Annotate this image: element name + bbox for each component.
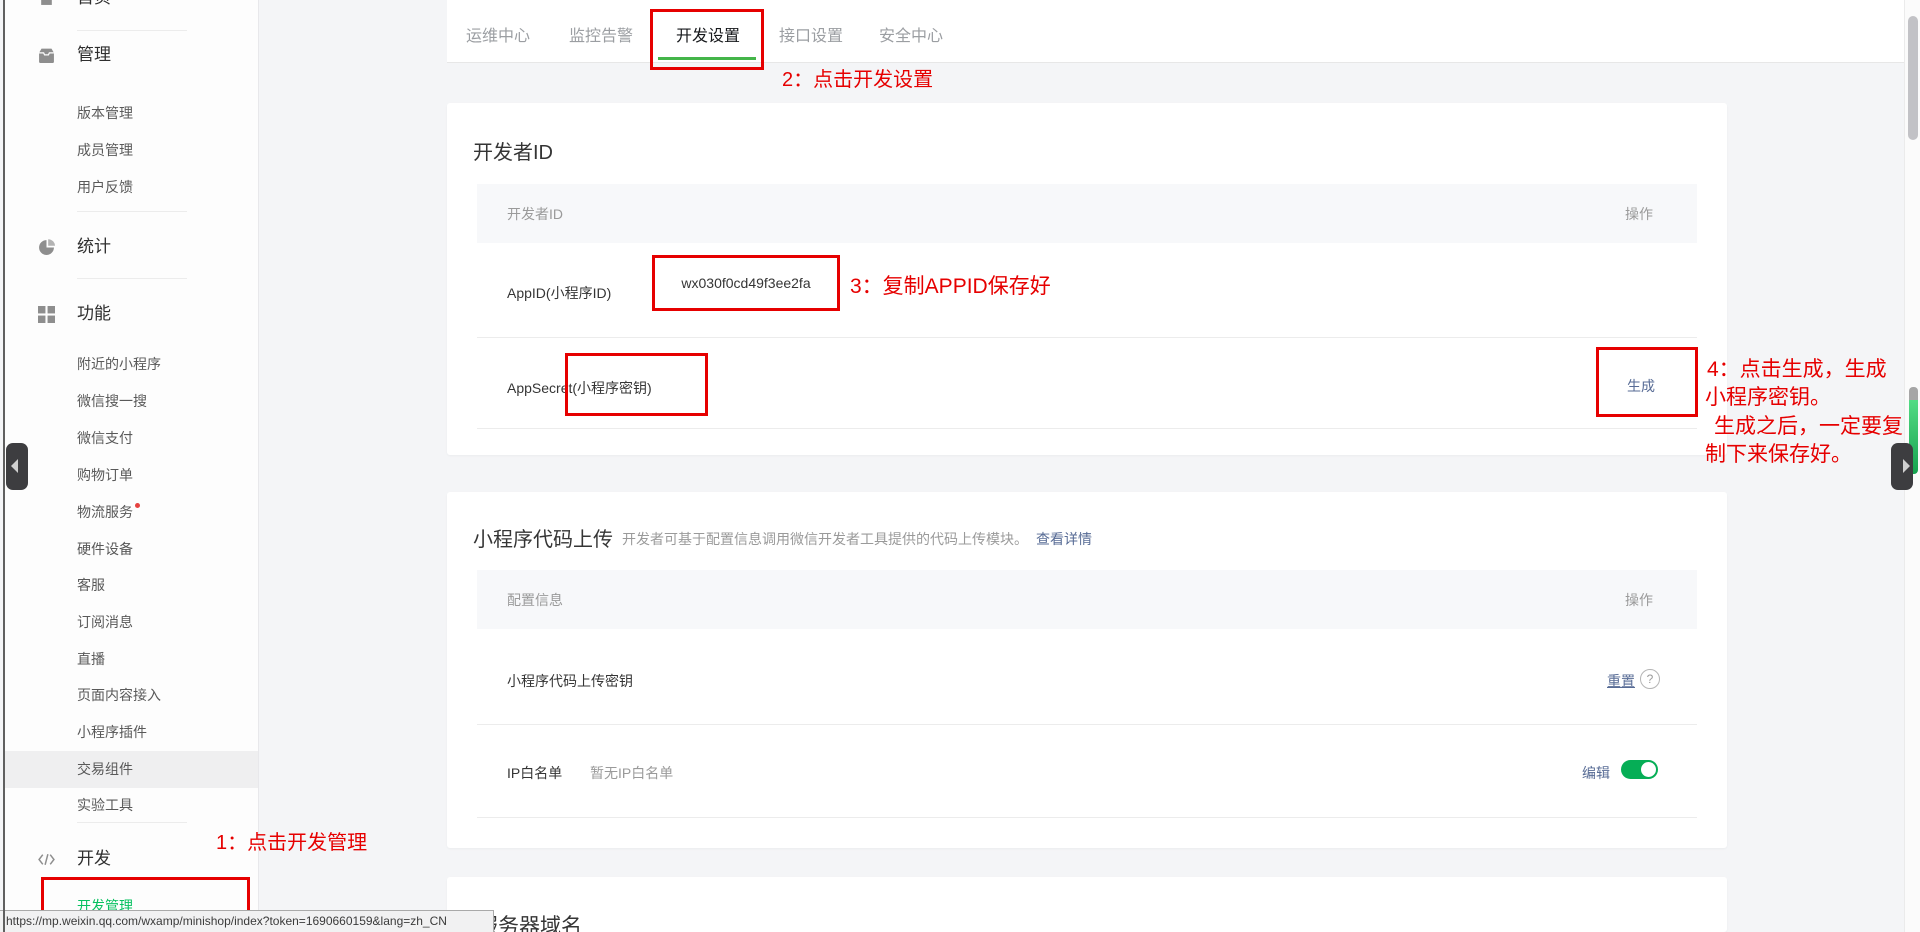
annotation-step4-line2: 小程序密钥。 xyxy=(1705,381,1831,411)
sidebar-item-user-feedback[interactable]: 用户反馈 xyxy=(77,177,133,197)
tab-ops-center[interactable]: 运维中心 xyxy=(466,22,530,46)
sidebar: 首页 管理 版本管理 成员管理 用户反馈 统计 功能 附近的小程序 微信搜一搜 … xyxy=(5,0,259,932)
settings-tabbar: 运维中心 监控告警 开发设置 接口设置 安全中心 xyxy=(447,0,1904,63)
ip-whitelist-label: IP白名单 xyxy=(507,763,562,783)
code-upload-card: 小程序代码上传 开发者可基于配置信息调用微信开发者工具提供的代码上传模块。 查看… xyxy=(447,492,1727,848)
ip-whitelist-value: 暂无IP白名单 xyxy=(590,763,673,783)
tray-icon xyxy=(38,47,55,64)
home-icon xyxy=(38,0,55,6)
scrollbar-thumb[interactable] xyxy=(1908,16,1918,140)
header-col-actions: 操作 xyxy=(1625,204,1653,224)
sidebar-item-trade-component[interactable]: 交易组件 xyxy=(77,759,133,779)
server-domain-card: 服务器域名 xyxy=(447,877,1727,932)
row-divider xyxy=(477,337,1697,338)
ip-whitelist-toggle[interactable] xyxy=(1621,760,1658,779)
annotation-step4-line1: 4：点击生成，生成 xyxy=(1707,353,1887,383)
sidebar-collapse-button[interactable] xyxy=(6,443,28,490)
sidebar-item-label: 物流服务 xyxy=(77,504,133,520)
header-col-config-info: 配置信息 xyxy=(507,590,563,610)
reset-button[interactable]: 重置 xyxy=(1607,671,1635,691)
help-icon[interactable]: ? xyxy=(1640,669,1660,689)
upload-key-label: 小程序代码上传密钥 xyxy=(507,671,633,691)
sidebar-group-manage[interactable]: 管理 xyxy=(77,44,111,66)
sidebar-item-member-manage[interactable]: 成员管理 xyxy=(77,140,133,160)
developer-id-title: 开发者ID xyxy=(473,136,553,165)
code-upload-title: 小程序代码上传 xyxy=(473,523,613,552)
status-bar-link-preview: https://mp.weixin.qq.com/wxamp/minishop/… xyxy=(0,910,494,932)
code-upload-description-row: 开发者可基于配置信息调用微信开发者工具提供的代码上传模块。 查看详情 xyxy=(622,529,1092,549)
code-icon xyxy=(38,851,55,868)
window-edge xyxy=(3,0,5,932)
notification-dot xyxy=(135,503,140,508)
sidebar-item-home[interactable]: 首页 xyxy=(77,0,111,9)
header-col-developer-id: 开发者ID xyxy=(507,204,563,224)
active-tab-underline xyxy=(658,57,756,60)
sidebar-divider xyxy=(77,211,187,212)
annotation-step2: 2：点击开发设置 xyxy=(782,63,933,92)
tab-monitor-alert[interactable]: 监控告警 xyxy=(569,22,633,46)
sidebar-item-live[interactable]: 直播 xyxy=(77,649,105,669)
chevron-left-icon xyxy=(11,459,18,473)
sidebar-item-logistics-service[interactable]: 物流服务 xyxy=(77,502,140,522)
annotation-step4-line3: 生成之后，一定要复 xyxy=(1714,410,1903,440)
sidebar-item-nearby-miniprogram[interactable]: 附近的小程序 xyxy=(77,354,161,374)
appsecret-label: AppSecret(小程序密钥) xyxy=(507,378,652,398)
code-upload-table-header: 配置信息 操作 xyxy=(477,570,1697,629)
sidebar-divider xyxy=(77,278,187,279)
sidebar-item-page-content-access[interactable]: 页面内容接入 xyxy=(77,685,161,705)
row-divider xyxy=(477,817,1697,818)
panel-expand-button[interactable] xyxy=(1891,443,1913,490)
code-upload-description: 开发者可基于配置信息调用微信开发者工具提供的代码上传模块。 xyxy=(622,529,1028,549)
sidebar-divider xyxy=(77,822,187,823)
sidebar-item-wechat-pay[interactable]: 微信支付 xyxy=(77,428,133,448)
chevron-right-icon xyxy=(1903,459,1910,473)
sidebar-item-subscribe-message[interactable]: 订阅消息 xyxy=(77,612,133,632)
wechat-miniprogram-admin-page: 首页 管理 版本管理 成员管理 用户反馈 统计 功能 附近的小程序 微信搜一搜 … xyxy=(0,0,1920,932)
sidebar-item-experiment-tools[interactable]: 实验工具 xyxy=(77,795,133,815)
sidebar-item-customer-service[interactable]: 客服 xyxy=(77,575,105,595)
grid-icon xyxy=(38,306,55,323)
sidebar-group-features[interactable]: 功能 xyxy=(77,303,111,325)
tab-dev-settings[interactable]: 开发设置 xyxy=(676,22,740,46)
annotation-step3: 3：复制APPID保存好 xyxy=(850,270,1051,300)
sidebar-item-version-manage[interactable]: 版本管理 xyxy=(77,103,133,123)
toggle-knob xyxy=(1641,762,1656,777)
appid-label: AppID(小程序ID) xyxy=(507,283,611,303)
row-divider xyxy=(477,724,1697,725)
header-col-actions: 操作 xyxy=(1625,590,1653,610)
annotation-step4-line4: 制下来保存好。 xyxy=(1705,438,1852,468)
row-divider xyxy=(477,428,1697,429)
tab-security-center[interactable]: 安全中心 xyxy=(879,22,943,46)
annotation-step1: 1：点击开发管理 xyxy=(216,826,367,855)
sidebar-item-shopping-orders[interactable]: 购物订单 xyxy=(77,465,133,485)
sidebar-item-miniprogram-plugin[interactable]: 小程序插件 xyxy=(77,722,147,742)
pie-icon xyxy=(38,239,55,256)
generate-button[interactable]: 生成 xyxy=(1627,376,1655,396)
sidebar-item-hardware-device[interactable]: 硬件设备 xyxy=(77,539,133,559)
appid-value: wx030f0cd49f3ee2fa xyxy=(655,258,837,308)
sidebar-group-dev[interactable]: 开发 xyxy=(77,848,111,870)
edit-button[interactable]: 编辑 xyxy=(1582,763,1610,783)
sidebar-divider xyxy=(77,30,187,31)
tab-api-settings[interactable]: 接口设置 xyxy=(779,22,843,46)
developer-id-table-header: 开发者ID 操作 xyxy=(477,184,1697,243)
sidebar-item-wechat-search[interactable]: 微信搜一搜 xyxy=(77,391,147,411)
scroll-marker-cap xyxy=(1909,387,1918,401)
sidebar-group-stats[interactable]: 统计 xyxy=(77,236,111,258)
view-details-link[interactable]: 查看详情 xyxy=(1036,529,1092,549)
developer-id-card: 开发者ID 开发者ID 操作 AppID(小程序ID) wx030f0cd49f… xyxy=(447,103,1727,455)
